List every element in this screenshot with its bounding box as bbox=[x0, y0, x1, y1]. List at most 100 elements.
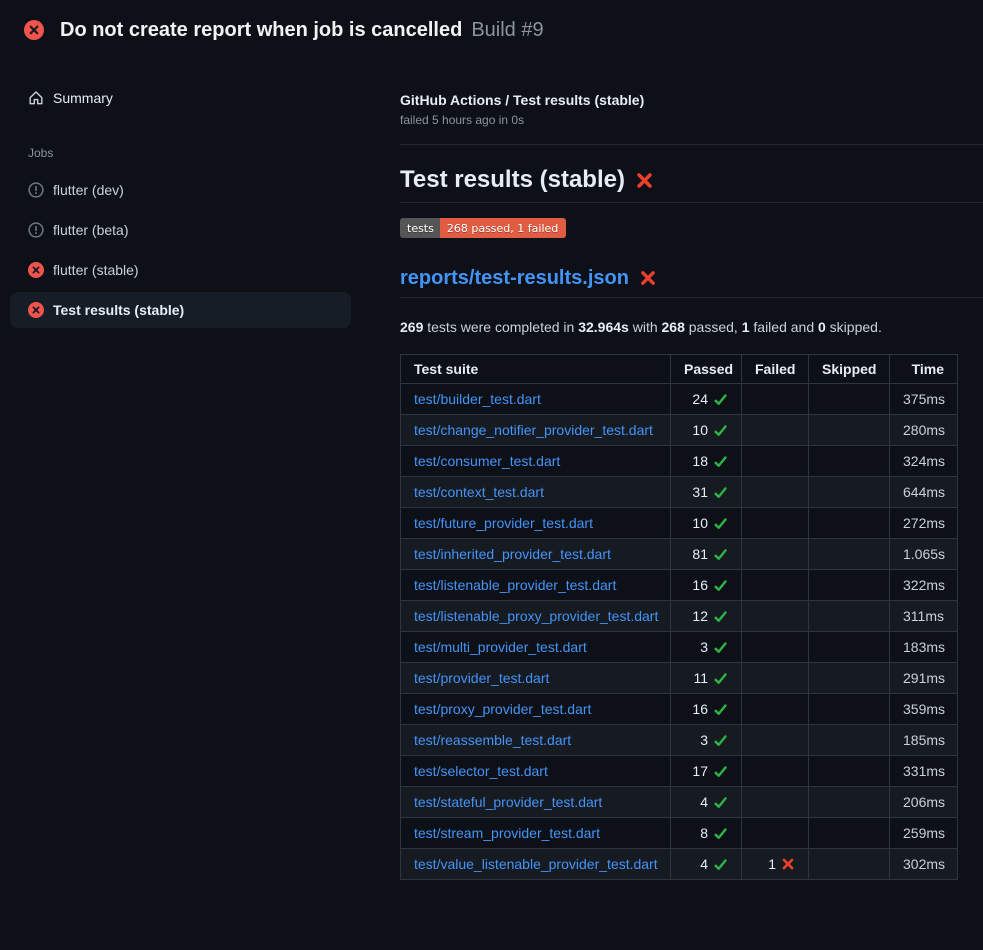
suite-link[interactable]: test/listenable_proxy_provider_test.dart bbox=[414, 608, 658, 624]
sidebar-item-test-results-stable[interactable]: Test results (stable) bbox=[10, 292, 351, 328]
suite-link[interactable]: test/consumer_test.dart bbox=[414, 453, 560, 469]
suite-link[interactable]: test/stateful_provider_test.dart bbox=[414, 794, 602, 810]
skipped-cell bbox=[809, 632, 890, 663]
failed-cell bbox=[742, 570, 809, 601]
col-test-suite: Test suite bbox=[401, 355, 671, 384]
suite-link[interactable]: test/stream_provider_test.dart bbox=[414, 825, 600, 841]
failed-cell bbox=[742, 384, 809, 415]
build-header: Do not create report when job is cancell… bbox=[0, 0, 983, 56]
check-mark-icon bbox=[713, 454, 728, 469]
check-mark-icon bbox=[713, 485, 728, 500]
build-number: Build #9 bbox=[471, 19, 543, 41]
suite-link[interactable]: test/value_listenable_provider_test.dart bbox=[414, 856, 658, 872]
header-divider bbox=[400, 144, 983, 145]
check-mark-icon bbox=[713, 857, 728, 872]
check-mark-icon bbox=[713, 516, 728, 531]
skipped-cell bbox=[809, 384, 890, 415]
table-row: test/consumer_test.dart 18 324ms bbox=[401, 446, 958, 477]
failed-cell bbox=[742, 694, 809, 725]
col-passed: Passed bbox=[671, 355, 742, 384]
skipped-cell bbox=[809, 539, 890, 570]
skipped-cell bbox=[809, 818, 890, 849]
table-row: test/provider_test.dart 11 291ms bbox=[401, 663, 958, 694]
suite-link[interactable]: test/context_test.dart bbox=[414, 484, 544, 500]
table-row: test/selector_test.dart 17 331ms bbox=[401, 756, 958, 787]
badge-label: tests bbox=[400, 218, 440, 238]
skipped-cell bbox=[809, 446, 890, 477]
build-title: Do not create report when job is cancell… bbox=[60, 19, 462, 41]
col-time: Time bbox=[890, 355, 958, 384]
skipped-cell bbox=[809, 725, 890, 756]
check-mark-icon bbox=[713, 392, 728, 407]
col-failed: Failed bbox=[742, 355, 809, 384]
table-row: test/change_notifier_provider_test.dart … bbox=[401, 415, 958, 446]
failed-x-circle-icon bbox=[24, 20, 44, 40]
check-mark-icon bbox=[713, 764, 728, 779]
skipped-cell bbox=[809, 570, 890, 601]
x-circle-icon bbox=[28, 302, 44, 318]
build-title-line: Do not create report when job is cancell… bbox=[60, 18, 544, 42]
table-row: test/multi_provider_test.dart 3 183ms bbox=[401, 632, 958, 663]
suite-link[interactable]: test/multi_provider_test.dart bbox=[414, 639, 587, 655]
suite-link[interactable]: test/listenable_provider_test.dart bbox=[414, 577, 616, 593]
job-label: flutter (stable) bbox=[53, 262, 139, 278]
report-title-row: reports/test-results.json bbox=[400, 265, 983, 298]
suite-link[interactable]: test/inherited_provider_test.dart bbox=[414, 546, 611, 562]
table-row: test/reassemble_test.dart 3 185ms bbox=[401, 725, 958, 756]
check-mark-icon bbox=[713, 547, 728, 562]
x-circle-icon bbox=[28, 262, 44, 278]
failed-cell bbox=[742, 477, 809, 508]
suite-link[interactable]: test/builder_test.dart bbox=[414, 391, 541, 407]
suite-link[interactable]: test/provider_test.dart bbox=[414, 670, 549, 686]
report-file-link[interactable]: reports/test-results.json bbox=[400, 265, 629, 291]
failed-cell bbox=[742, 508, 809, 539]
job-label: flutter (dev) bbox=[53, 182, 124, 198]
sidebar-item-summary[interactable]: Summary bbox=[10, 82, 390, 114]
skipped-cell bbox=[809, 756, 890, 787]
section-title: Test results (stable) bbox=[400, 165, 625, 195]
skipped-cell bbox=[809, 849, 890, 880]
check-mark-icon bbox=[713, 423, 728, 438]
failed-cell bbox=[742, 725, 809, 756]
table-row: test/listenable_proxy_provider_test.dart… bbox=[401, 601, 958, 632]
sidebar-item-flutter-beta[interactable]: flutter (beta) bbox=[10, 212, 351, 248]
fail-x-icon bbox=[781, 857, 795, 871]
check-mark-icon bbox=[713, 609, 728, 624]
check-mark-icon bbox=[713, 733, 728, 748]
failed-cell bbox=[742, 446, 809, 477]
passed-count: 268 bbox=[662, 319, 685, 335]
table-row: test/future_provider_test.dart 10 272ms bbox=[401, 508, 958, 539]
skipped-cell bbox=[809, 508, 890, 539]
skipped-count: 0 bbox=[818, 319, 826, 335]
skipped-cell bbox=[809, 663, 890, 694]
total-count: 269 bbox=[400, 319, 423, 335]
table-row: test/builder_test.dart 24 375ms bbox=[401, 384, 958, 415]
skipped-cell bbox=[809, 415, 890, 446]
sidebar-item-flutter-dev[interactable]: flutter (dev) bbox=[10, 172, 351, 208]
check-mark-icon bbox=[713, 826, 728, 841]
jobs-heading: Jobs bbox=[28, 146, 390, 160]
col-skipped: Skipped bbox=[809, 355, 890, 384]
alert-circle-icon bbox=[28, 222, 44, 238]
home-icon bbox=[28, 90, 44, 106]
failed-cell bbox=[742, 818, 809, 849]
suite-link[interactable]: test/proxy_provider_test.dart bbox=[414, 701, 591, 717]
table-row: test/stateful_provider_test.dart 4 206ms bbox=[401, 787, 958, 818]
failed-cell bbox=[742, 601, 809, 632]
failed-cell bbox=[742, 756, 809, 787]
sidebar-item-flutter-stable[interactable]: flutter (stable) bbox=[10, 252, 351, 288]
failed-cell bbox=[742, 663, 809, 694]
check-mark-icon bbox=[713, 640, 728, 655]
suite-link[interactable]: test/reassemble_test.dart bbox=[414, 732, 571, 748]
run-meta: failed 5 hours ago in 0s bbox=[400, 113, 983, 127]
check-mark-icon bbox=[713, 671, 728, 686]
main-content: GitHub Actions / Test results (stable) f… bbox=[390, 56, 983, 950]
skipped-cell bbox=[809, 477, 890, 508]
table-header-row: Test suite Passed Failed Skipped Time bbox=[401, 355, 958, 384]
suite-link[interactable]: test/future_provider_test.dart bbox=[414, 515, 593, 531]
suite-link[interactable]: test/change_notifier_provider_test.dart bbox=[414, 422, 653, 438]
cross-mark-icon bbox=[635, 171, 654, 190]
table-row: test/listenable_provider_test.dart 16 32… bbox=[401, 570, 958, 601]
suite-link[interactable]: test/selector_test.dart bbox=[414, 763, 548, 779]
job-label: flutter (beta) bbox=[53, 222, 128, 238]
